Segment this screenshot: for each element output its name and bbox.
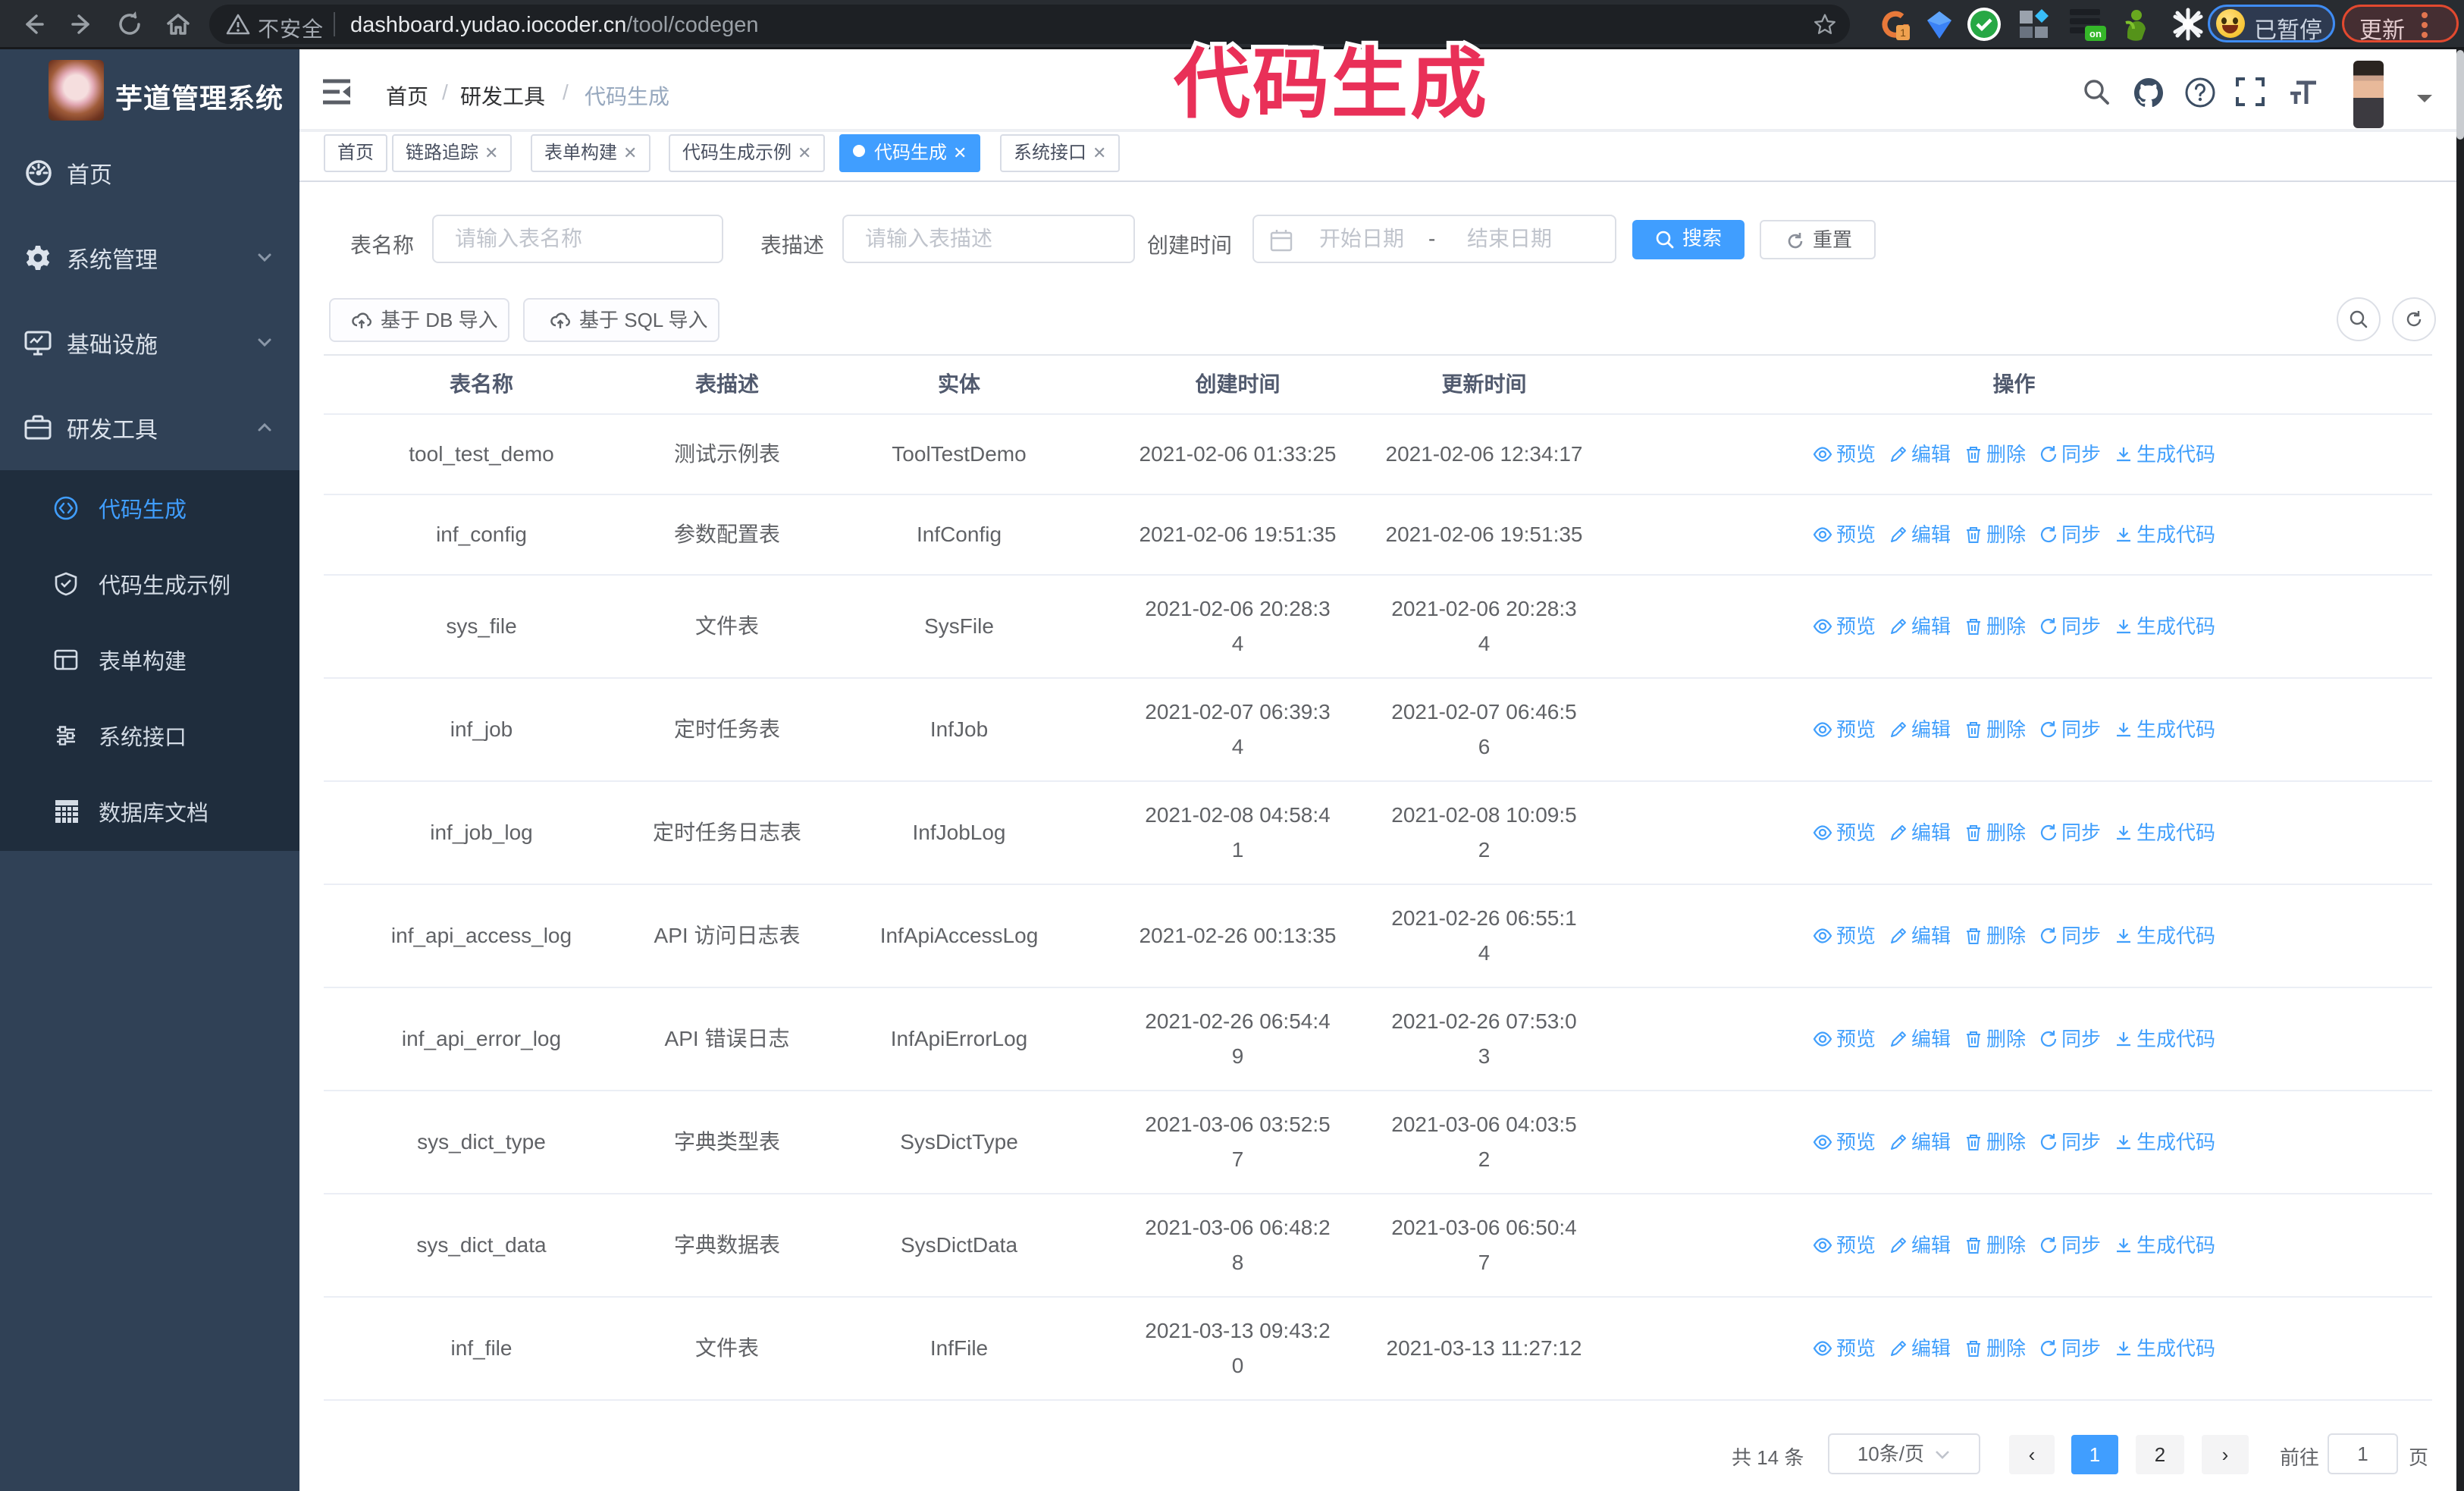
svg-text:on: on — [2089, 28, 2102, 39]
svg-text:1: 1 — [1900, 27, 1906, 39]
